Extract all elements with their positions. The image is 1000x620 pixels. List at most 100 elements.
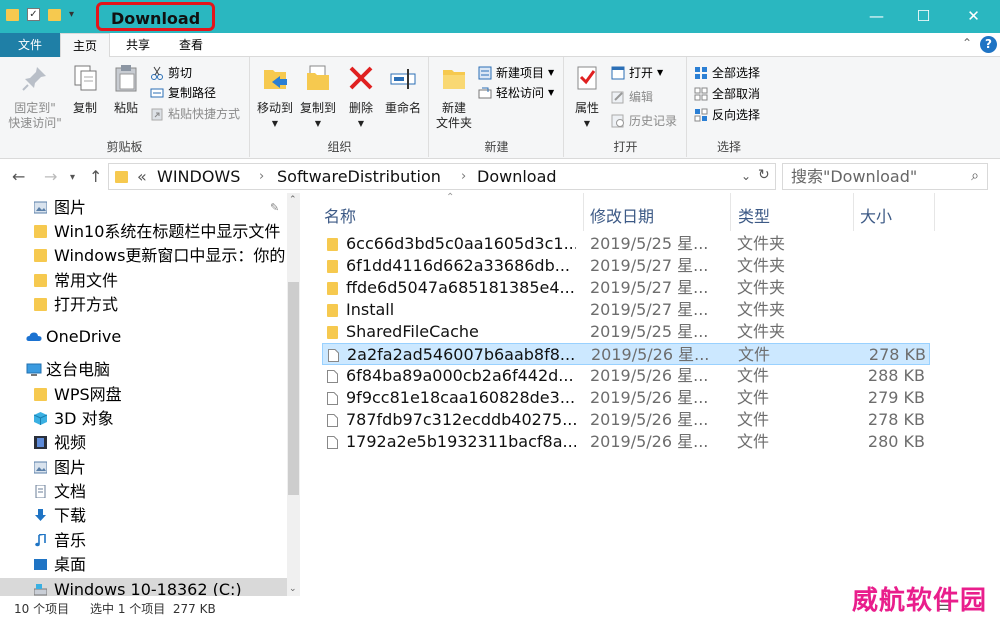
table-row[interactable]: 1792a2e5b1932311bacf8a... 2019/5/26 星...… [322,431,930,453]
table-row[interactable]: 6f1dd4116d662a33686db... 2019/5/27 星... … [322,255,930,277]
close-button[interactable]: ✕ [950,0,997,33]
invert-selection-button[interactable]: 反向选择 [694,107,760,123]
nav-item-this-pc[interactable]: 这台电脑 [0,358,288,382]
table-row[interactable]: 6f84ba89a000cb2a6f442d... 2019/5/26 星...… [322,365,930,387]
column-divider[interactable] [730,193,731,231]
back-arrow-icon[interactable]: ← [12,167,25,186]
paste-shortcut-icon [151,108,163,121]
chevron-right-icon[interactable]: › [461,169,466,184]
nav-item-downloads[interactable]: 下载 [0,504,288,528]
copy-path-button[interactable]: 复制路径 [150,85,216,101]
tab-file[interactable]: 文件 [0,33,60,57]
properties-icon [577,66,597,90]
search-input[interactable]: 搜索"Download" ⌕ [782,163,988,190]
rename-button[interactable]: 重命名 [381,61,425,116]
music-icon [35,534,46,547]
delete-button[interactable]: 删除 ▼ [345,61,377,131]
history-button[interactable]: 历史记录 [611,113,677,129]
new-item-button[interactable]: 新建项目 ▼ [478,65,554,81]
properties-check-icon[interactable]: ✓ [27,8,40,21]
column-header-size[interactable]: 大小 [860,203,892,227]
wps-cloud-icon [34,388,47,401]
ribbon: 固定到" 快速访问" 复制 粘贴 剪切 复制路径 粘贴快捷方式 剪贴板 移动到 [0,57,1000,159]
recent-locations-icon[interactable]: ▾ [70,172,75,183]
copy-button[interactable]: 复制 [68,61,102,116]
forward-arrow-icon[interactable]: → [44,167,57,186]
table-row[interactable]: 6cc66d3bd5c0aa1605d3c1... 2019/5/25 星...… [322,233,930,255]
table-row-selected[interactable]: 2a2fa2ad546007b6aab8f8... 2019/5/26 星...… [322,343,930,365]
refresh-icon[interactable]: ↻ [758,167,770,183]
nav-item-pictures-quick[interactable]: 图片 ✎ [0,196,288,220]
ribbon-collapse-icon[interactable]: ⌃ [962,36,972,50]
tab-view[interactable]: 查看 [168,33,214,57]
breadcrumb-softwaredistribution[interactable]: SoftwareDistribution [277,167,441,186]
breadcrumb-windows[interactable]: WINDOWS [157,167,240,186]
up-arrow-icon[interactable]: ↑ [89,167,102,186]
column-divider[interactable] [853,193,854,231]
easy-access-button[interactable]: 轻松访问 ▼ [478,85,554,101]
search-icon[interactable]: ⌕ [971,164,979,189]
column-divider[interactable] [934,193,935,231]
title-bar[interactable]: ✓ ▾ Download — ☐ ✕ [0,0,1000,33]
file-icon [327,414,338,427]
table-row[interactable]: 9f9cc81e18caa160828de3... 2019/5/26 星...… [322,387,930,409]
breadcrumb-download[interactable]: Download [477,167,557,186]
breadcrumb-overflow[interactable]: « [137,167,147,186]
folder-icon[interactable] [6,8,19,21]
tab-share[interactable]: 共享 [115,33,161,57]
address-bar[interactable]: « WINDOWS › SoftwareDistribution › Downl… [108,163,776,190]
nav-item-music[interactable]: 音乐 [0,529,288,553]
new-folder-button[interactable]: 新建 文件夹 [432,61,476,131]
nav-item-wps-cloud[interactable]: WPS网盘 [0,383,288,407]
nav-item-documents[interactable]: 文档 [0,480,288,504]
copy-to-button[interactable]: 复制到 ▼ [297,61,339,131]
cut-button[interactable]: 剪切 [150,65,192,81]
pin-icon[interactable]: ✎ [270,196,279,220]
file-icon [327,392,338,405]
nav-item-onedrive[interactable]: OneDrive [0,325,288,349]
open-button[interactable]: 打开 ▼ [611,65,663,81]
nav-scrollbar-thumb[interactable] [288,282,299,495]
paste-button[interactable]: 粘贴 [108,61,144,116]
nav-item-quick-folder[interactable]: 打开方式 [0,293,288,317]
properties-button[interactable]: 属性 ▼ [569,61,605,131]
customize-toolbar-icon[interactable]: ▾ [69,9,74,20]
table-row[interactable]: ffde6d5047a685181385e4... 2019/5/27 星...… [322,277,930,299]
column-header-type[interactable]: 类型 [738,203,770,227]
file-list: ⌃ 名称 修改日期 类型 大小 6cc66d3bd5c0aa1605d3c1..… [310,192,1000,596]
nav-item-pictures[interactable]: 图片 [0,456,288,480]
nav-item-quick-folder[interactable]: Win10系统在标题栏中显示文件 [0,220,288,244]
select-none-button[interactable]: 全部取消 [694,86,760,102]
column-header-date[interactable]: 修改日期 [590,203,654,227]
help-icon[interactable]: ? [980,36,997,53]
column-divider[interactable] [583,193,584,231]
minimize-button[interactable]: — [853,0,900,33]
column-header-name[interactable]: 名称 [324,203,356,227]
select-all-button[interactable]: 全部选择 [694,65,760,81]
scroll-up-icon[interactable]: ⌃ [289,195,297,205]
move-to-button[interactable]: 移动到 ▼ [253,61,297,131]
pin-quick-access-button[interactable]: 固定到" 快速访问" [4,61,66,131]
maximize-button[interactable]: ☐ [900,0,947,33]
address-dropdown-icon[interactable]: ⌄ [741,169,751,183]
folder-icon [115,171,128,183]
nav-item-desktop[interactable]: 桌面 [0,553,288,577]
nav-item-quick-folder[interactable]: Windows更新窗口中显示：你的 [0,244,288,268]
new-folder-icon[interactable] [48,8,61,21]
nav-item-quick-folder[interactable]: 常用文件 [0,269,288,293]
folder-icon [327,282,338,295]
tab-home[interactable]: 主页 [60,33,110,58]
nav-item-3d-objects[interactable]: 3D 对象 [0,407,288,431]
paste-shortcut-button[interactable]: 粘贴快捷方式 [150,106,240,122]
watermark-text: 威航软件园 [852,586,988,616]
nav-item-videos[interactable]: 视频 [0,431,288,455]
table-row[interactable]: Install 2019/5/27 星... 文件夹 [322,299,930,321]
edit-button[interactable]: 编辑 [611,89,653,105]
table-row[interactable]: 787fdb97c312ecddb40275... 2019/5/26 星...… [322,409,930,431]
open-icon [611,66,625,80]
table-row[interactable]: SharedFileCache 2019/5/25 星... 文件夹 [322,321,930,343]
nav-item-drive-c[interactable]: Windows 10-18362 (C:) [0,578,288,596]
chevron-right-icon[interactable]: › [259,169,264,184]
file-icon [328,349,339,362]
scroll-down-icon[interactable]: ⌄ [289,584,297,594]
